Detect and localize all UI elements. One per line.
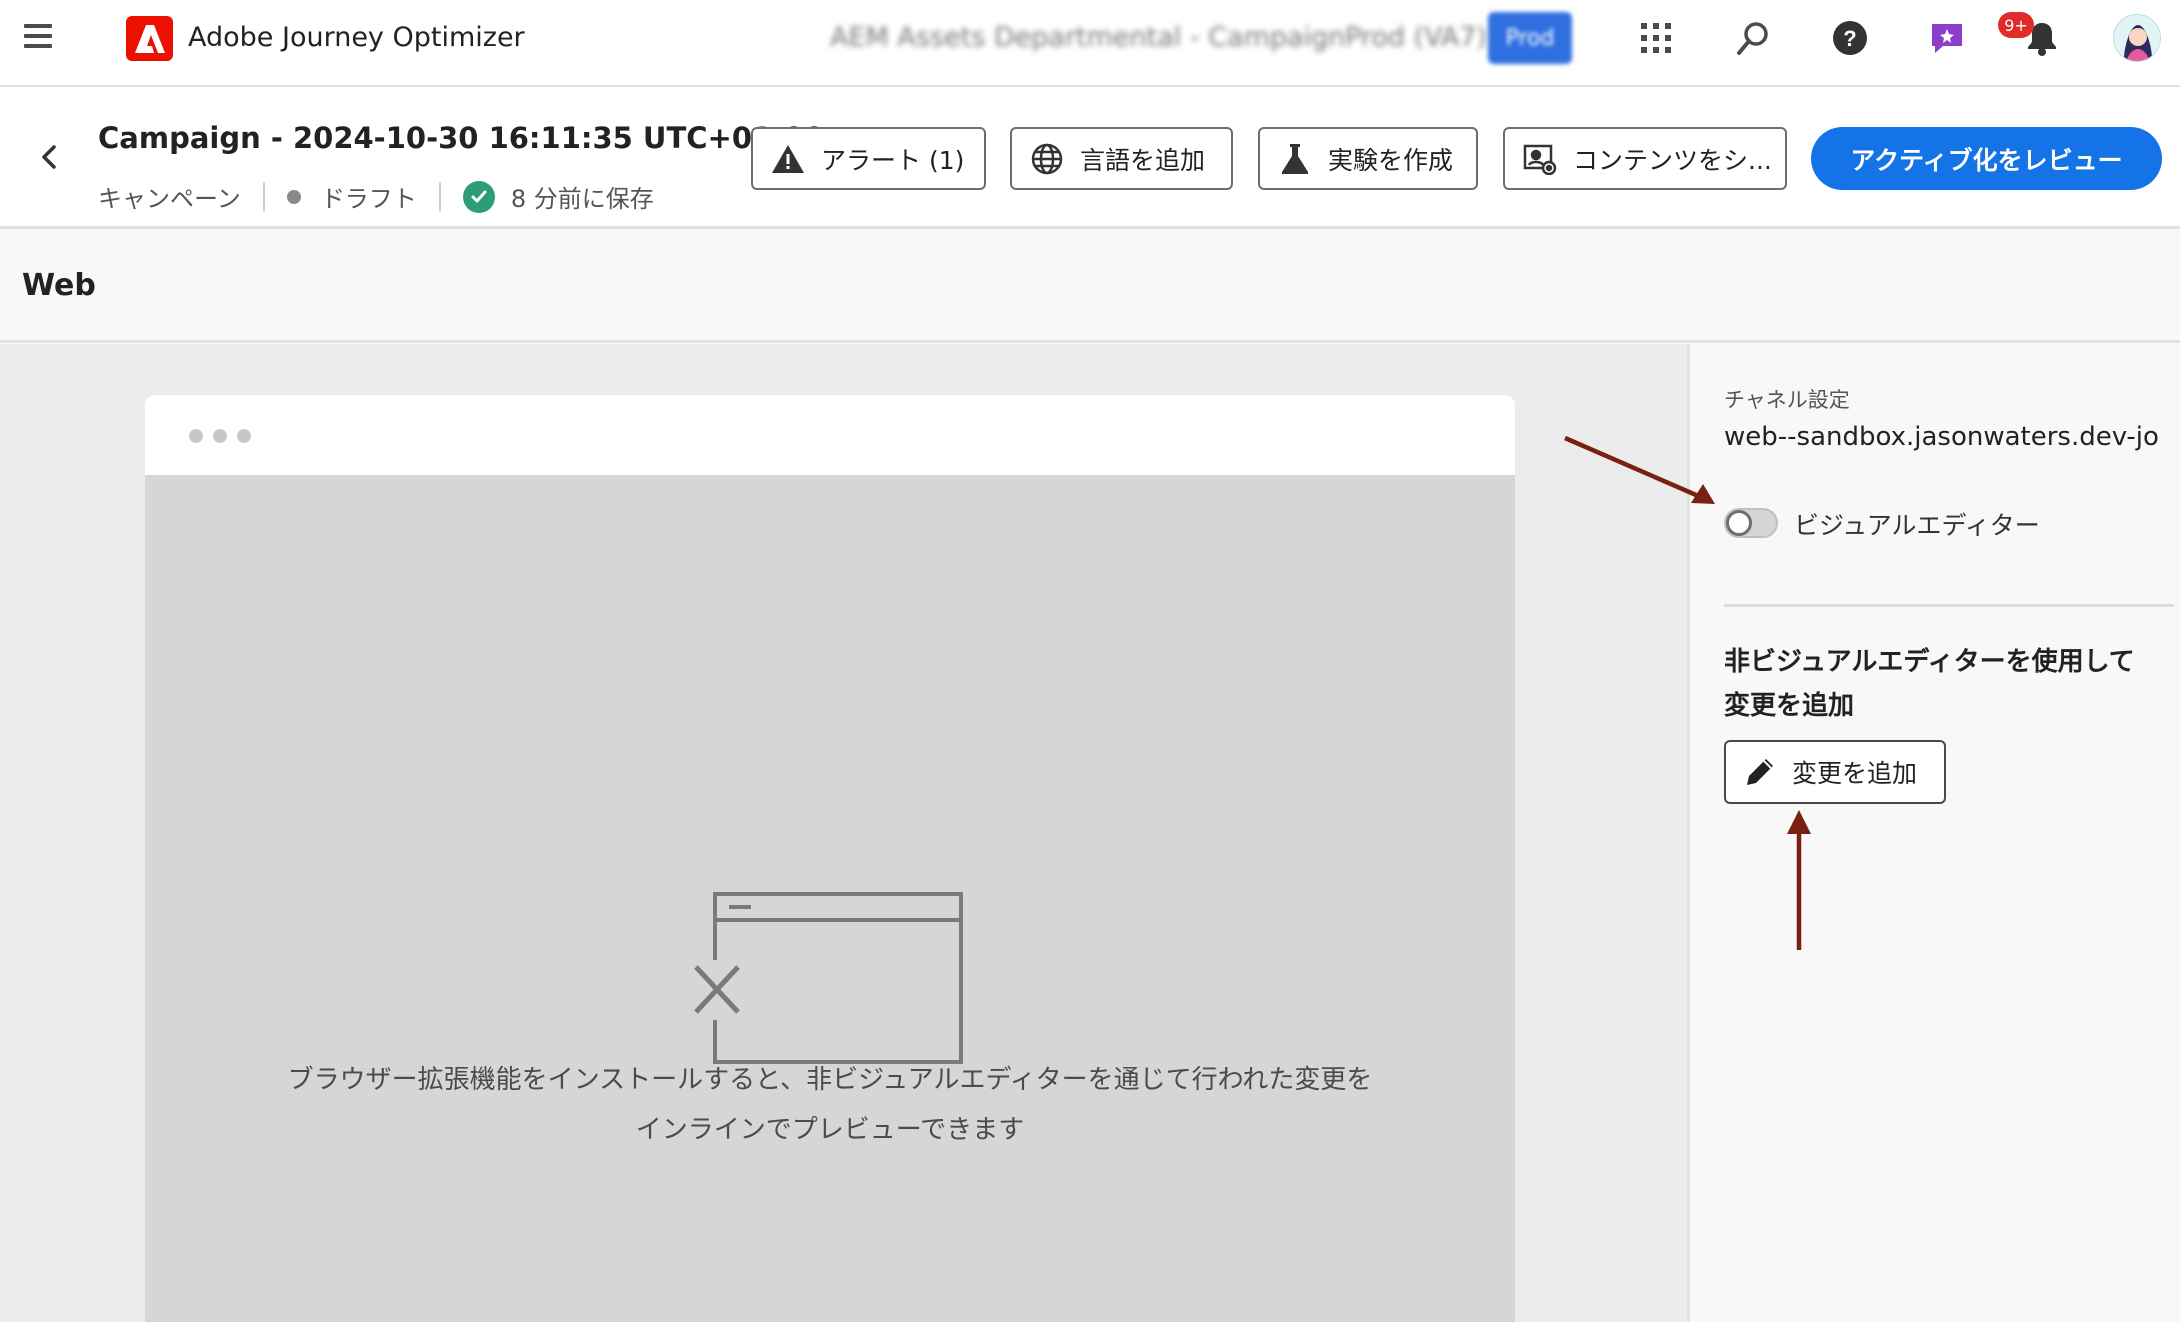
- beaker-icon: [1278, 142, 1312, 176]
- create-experiment-button[interactable]: 実験を作成: [1258, 127, 1478, 190]
- section-title: Web: [22, 268, 96, 303]
- search-icon[interactable]: [1733, 18, 1773, 58]
- simulate-content-label: コンテンツをシ...: [1573, 145, 1772, 175]
- channel-label: チャネル設定: [1724, 388, 1850, 412]
- back-button[interactable]: [36, 139, 62, 175]
- non-visual-heading: 非ビジュアルエディターを使用して変更を追加: [1724, 647, 2135, 721]
- svg-text:?: ?: [1843, 26, 1856, 51]
- avatar[interactable]: [2113, 14, 2161, 62]
- sandbox-badge[interactable]: Prod: [1488, 12, 1572, 64]
- campaign-title: Campaign - 2024-10-30 16:11:35 UTC+01:00: [98, 121, 825, 155]
- divider: [1724, 604, 2174, 607]
- divider: [438, 181, 441, 212]
- channel-settings-panel: チャネル設定 web--sandbox.jasonwaters.dev-jo ビ…: [1687, 344, 2180, 1322]
- org-name[interactable]: AEM Assets Departmental - Campaign: [830, 22, 1345, 53]
- menu-icon[interactable]: [24, 24, 52, 48]
- add-language-label: 言語を追加: [1080, 145, 1206, 175]
- add-change-label: 変更を追加: [1792, 759, 1918, 788]
- campaign-type: キャンペーン: [98, 185, 241, 213]
- toggle-knob: [1726, 510, 1752, 536]
- top-bar: Adobe Journey Optimizer AEM Assets Depar…: [0, 0, 2180, 87]
- globe-icon: [1030, 142, 1064, 176]
- empty-state-line-1: ブラウザー拡張機能をインストールすると、非ビジュアルエディターを通じて行われた変…: [287, 1065, 1373, 1095]
- broken-window-icon: [693, 890, 965, 1074]
- preview-canvas: ブラウザー拡張機能をインストールすると、非ビジュアルエディターを通じて行われた変…: [0, 344, 1687, 1322]
- visual-editor-label: ビジュアルエディター: [1794, 511, 2040, 540]
- create-experiment-label: 実験を作成: [1328, 145, 1454, 175]
- review-activate-button[interactable]: アクティブ化をレビュー: [1811, 127, 2162, 190]
- status-badge: ドラフト: [320, 185, 417, 213]
- add-change-button[interactable]: 変更を追加: [1724, 740, 1946, 804]
- pencil-icon: [1742, 754, 1778, 790]
- campaign-header: Campaign - 2024-10-30 16:11:35 UTC+01:00…: [0, 87, 2180, 229]
- section-bar: Web: [0, 232, 2180, 343]
- alerts-button[interactable]: アラート (1): [751, 127, 986, 190]
- check-icon: [462, 180, 495, 213]
- app-title: Adobe Journey Optimizer: [188, 22, 525, 53]
- simulate-content-button[interactable]: コンテンツをシ...: [1503, 127, 1787, 190]
- browser-chrome: [145, 395, 1515, 475]
- preview-icon: [1523, 142, 1557, 176]
- divider: [262, 181, 265, 212]
- feedback-icon[interactable]: [1927, 18, 1967, 58]
- campaign-meta: キャンペーン ドラフト 8 分前に保存: [98, 179, 654, 214]
- alert-icon: [771, 142, 805, 176]
- window-dots-icon: [189, 429, 251, 443]
- add-language-button[interactable]: 言語を追加: [1010, 127, 1233, 190]
- saved-status: 8 分前に保存: [510, 185, 654, 213]
- empty-state-message: ブラウザー拡張機能をインストールすると、非ビジュアルエディターを通じて行われた変…: [145, 1055, 1515, 1155]
- channel-value[interactable]: web--sandbox.jasonwaters.dev-jo: [1724, 422, 2159, 452]
- browser-preview: ブラウザー拡張機能をインストールすると、非ビジュアルエディターを通じて行われた変…: [145, 395, 1515, 1322]
- app-switcher-icon[interactable]: [1636, 18, 1676, 58]
- empty-state-line-2: インラインでプレビューできます: [635, 1115, 1025, 1145]
- status-dot-icon: [286, 189, 301, 204]
- visual-editor-toggle[interactable]: [1724, 508, 1778, 538]
- sandbox-name[interactable]: Prod (VA7): [1345, 22, 1487, 53]
- adobe-logo[interactable]: [126, 16, 173, 61]
- alerts-label: アラート (1): [821, 145, 965, 175]
- notification-badge: 9+: [1998, 12, 2034, 38]
- help-icon[interactable]: ?: [1830, 18, 1870, 58]
